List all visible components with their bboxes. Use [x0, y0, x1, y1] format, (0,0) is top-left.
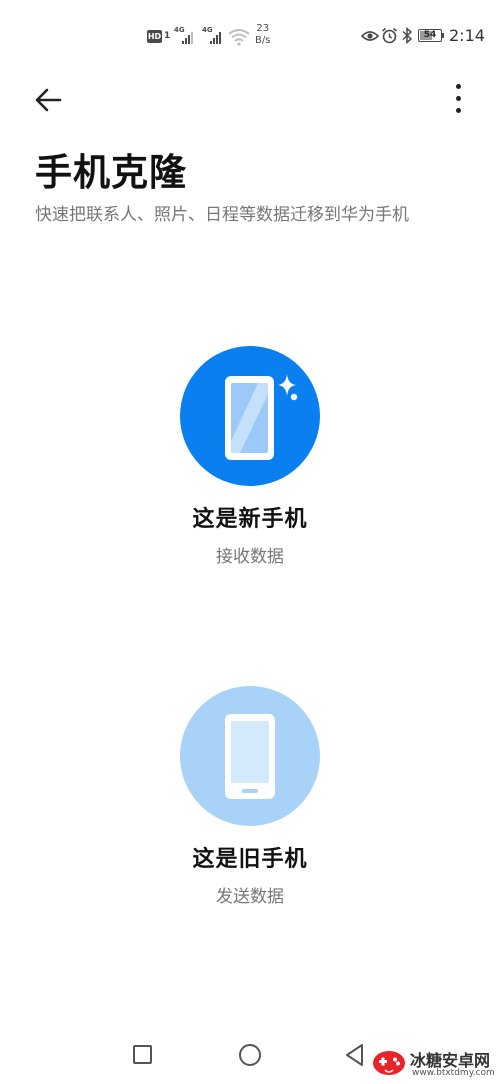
- sim-slot-label: 1: [164, 31, 171, 41]
- more-options-icon[interactable]: [446, 80, 470, 118]
- recent-apps-icon[interactable]: [133, 1045, 152, 1064]
- new-phone-button[interactable]: [180, 346, 320, 486]
- old-phone-button[interactable]: [180, 686, 320, 826]
- wifi-icon: [228, 29, 250, 46]
- home-icon[interactable]: [239, 1044, 261, 1066]
- status-bar: HD 1 4G 4G 23 B/s 54 2:14: [0, 0, 500, 72]
- hd-voice-icon: HD: [147, 30, 162, 43]
- new-phone-icon: [225, 374, 298, 460]
- new-phone-subtitle: 接收数据: [216, 547, 284, 567]
- network-speed-unit: B/s: [255, 35, 271, 46]
- old-phone-title: 这是旧手机: [192, 847, 308, 872]
- cell-signal-icon: 4G: [202, 26, 228, 46]
- eye-comfort-icon: [361, 31, 379, 41]
- bluetooth-icon: [402, 27, 413, 44]
- clock: 2:14: [449, 26, 485, 45]
- new-phone-option[interactable]: 这是新手机 接收数据: [150, 346, 350, 567]
- back-arrow-icon[interactable]: [30, 82, 66, 118]
- battery-level: 54: [423, 30, 437, 40]
- page-title: 手机克隆: [35, 151, 187, 194]
- gamepad-logo-icon: [373, 1051, 405, 1075]
- new-phone-title: 这是新手机: [192, 507, 308, 532]
- watermark: 冰糖安卓网 www.btxtdmy.com: [366, 1044, 500, 1084]
- old-phone-icon: [225, 714, 275, 799]
- old-phone-option[interactable]: 这是旧手机 发送数据: [150, 686, 350, 907]
- alarm-icon: [381, 27, 398, 44]
- network-speed: 23 B/s: [255, 23, 270, 47]
- network-speed-value: 23: [256, 23, 270, 34]
- battery-tip: [442, 33, 444, 38]
- old-phone-subtitle: 发送数据: [216, 887, 284, 907]
- watermark-url: www.btxtdmy.com: [412, 1068, 495, 1078]
- battery-icon: 54: [418, 29, 442, 42]
- cell-signal-icon: 4G: [174, 26, 200, 46]
- nav-back-icon[interactable]: [344, 1042, 366, 1068]
- page-subtitle: 快速把联系人、照片、日程等数据迁移到华为手机: [35, 205, 409, 225]
